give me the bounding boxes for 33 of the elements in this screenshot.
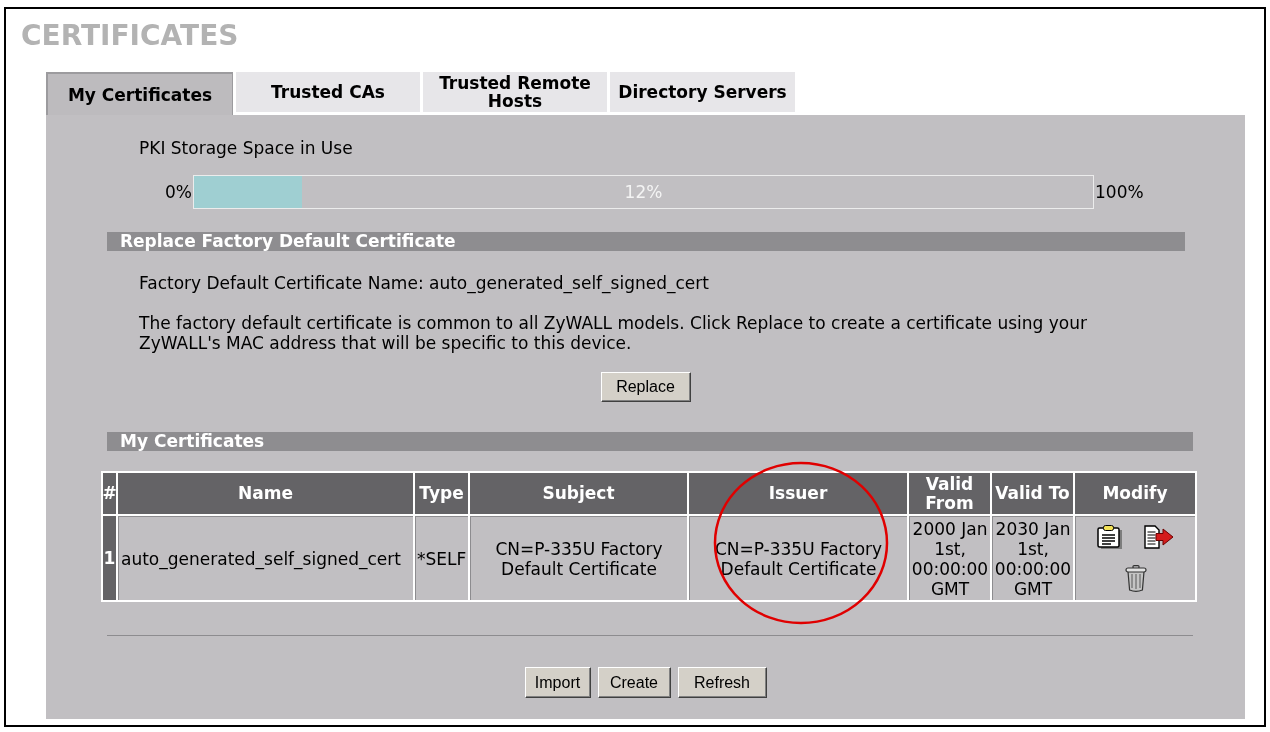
table-cell: *SELF (415, 516, 468, 600)
action-button[interactable]: Import (524, 667, 591, 698)
column-header: Subject (470, 473, 687, 514)
table-cell: CN=P-335U Factory Default Certificate (470, 516, 687, 600)
column-header: Issuer (689, 473, 907, 514)
column-header: # (103, 473, 116, 514)
column-header: Name (118, 473, 413, 514)
table-cell: 2000 Jan 1st, 00:00:00 GMT (909, 516, 990, 600)
tab[interactable]: My Certificates (46, 72, 233, 115)
row-number: 1 (103, 516, 116, 600)
tab[interactable]: Directory Servers (610, 72, 795, 112)
tab[interactable]: Trusted Remote Hosts (423, 72, 607, 112)
clipboard-icon[interactable] (1097, 525, 1123, 549)
table-cell: 2030 Jan 1st, 00:00:00 GMT (992, 516, 1073, 600)
min-label: 0% (164, 182, 192, 202)
replace-button[interactable]: Replace (600, 372, 691, 402)
section-header: My Certificates (107, 432, 1193, 451)
max-label: 100% (1095, 182, 1144, 202)
trash-icon[interactable] (1124, 565, 1147, 592)
section-header: Replace Factory Default Certificate (107, 232, 1185, 251)
column-header: Valid From (909, 473, 990, 514)
column-header: Modify (1075, 473, 1195, 514)
certificate-name-text: Factory Default Certificate Name: auto_generated_self_signed_cert (139, 273, 709, 293)
document-arrow-icon[interactable] (1144, 525, 1174, 549)
table-cell: auto_generated_self_signed_cert (118, 516, 413, 600)
page-title: CERTIFICATES (21, 20, 239, 52)
action-button[interactable]: Create (597, 667, 671, 698)
action-button[interactable]: Refresh (677, 667, 767, 698)
tab[interactable]: Trusted CAs (236, 72, 420, 112)
description-text: The factory default certificate is common to all ZyWALL models. Click Replace to create a certificate using your ZyWALL's MAC address that will be specific to this device. (139, 313, 1088, 353)
column-header: Valid To (992, 473, 1073, 514)
column-header: Type (415, 473, 468, 514)
storage-label: PKI Storage Space in Use (139, 139, 353, 158)
